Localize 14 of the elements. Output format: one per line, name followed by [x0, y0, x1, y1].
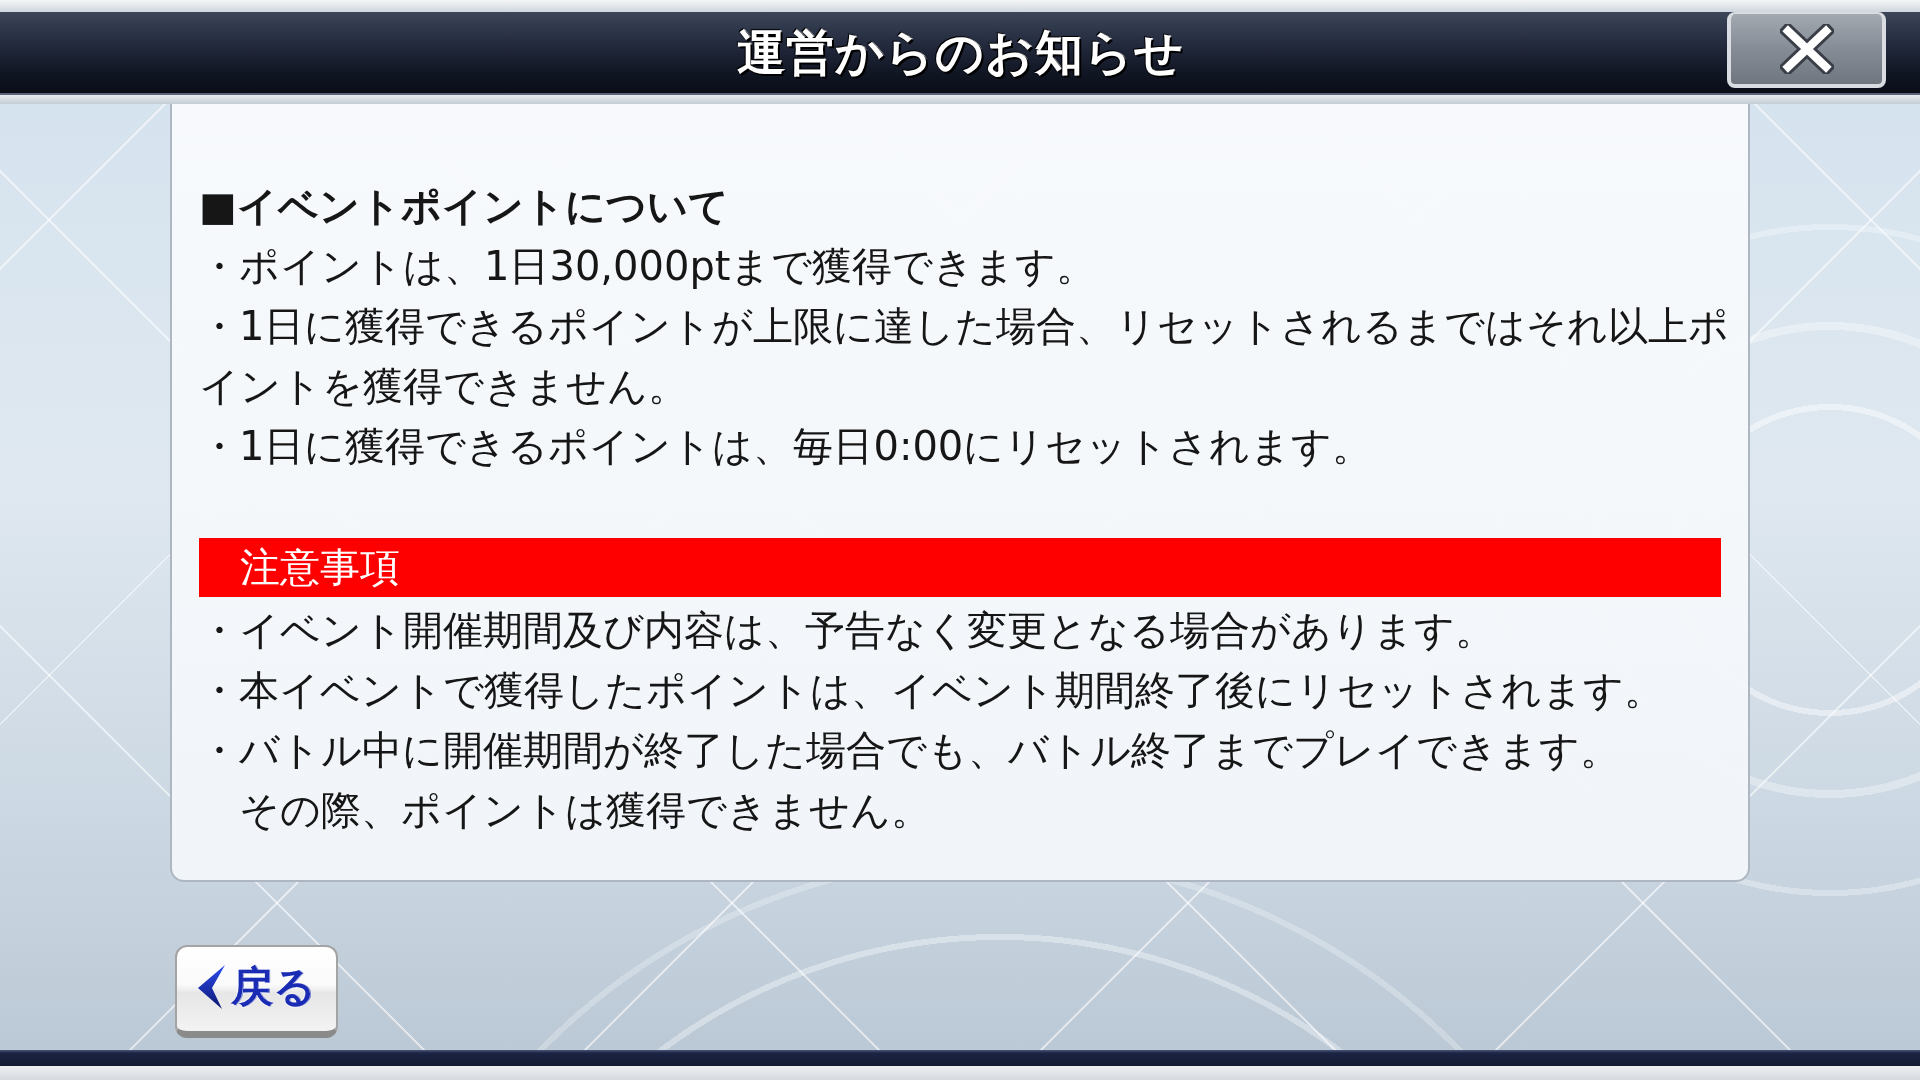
notice-text: ・イベント開催期間及び内容は、予告なく変更となる場合があります。 [199, 606, 1496, 655]
notice-text: ・本イベントで獲得したポイントは、イベント期間終了後にリセットされます。 [199, 666, 1665, 715]
close-button[interactable] [1727, 12, 1886, 88]
notice-text: ・ポイントは、1日30,000ptまで獲得できます。 [199, 242, 1098, 291]
notice-text: その際、ポイントは獲得できません。 [238, 786, 932, 835]
section-heading: ■イベントポイントについて [199, 182, 730, 231]
back-button[interactable]: 戻る [175, 945, 338, 1038]
window-title: 運営からのお知らせ [736, 23, 1184, 82]
notice-text: ・1日に獲得できるポイントは、毎日0:00にリセットされます。 [199, 422, 1374, 471]
notice-text: ・バトル中に開催期間が終了した場合でも、バトル終了までプレイできます。 [199, 726, 1621, 775]
chevron-left-icon [197, 965, 225, 1009]
close-icon [1779, 24, 1834, 74]
caution-heading: 注意事項 [199, 538, 1721, 597]
notice-text: ・1日に獲得できるポイントが上限に達した場合、リセットされるまではそれ以上ポイントを獲得できません。 [199, 302, 1731, 411]
